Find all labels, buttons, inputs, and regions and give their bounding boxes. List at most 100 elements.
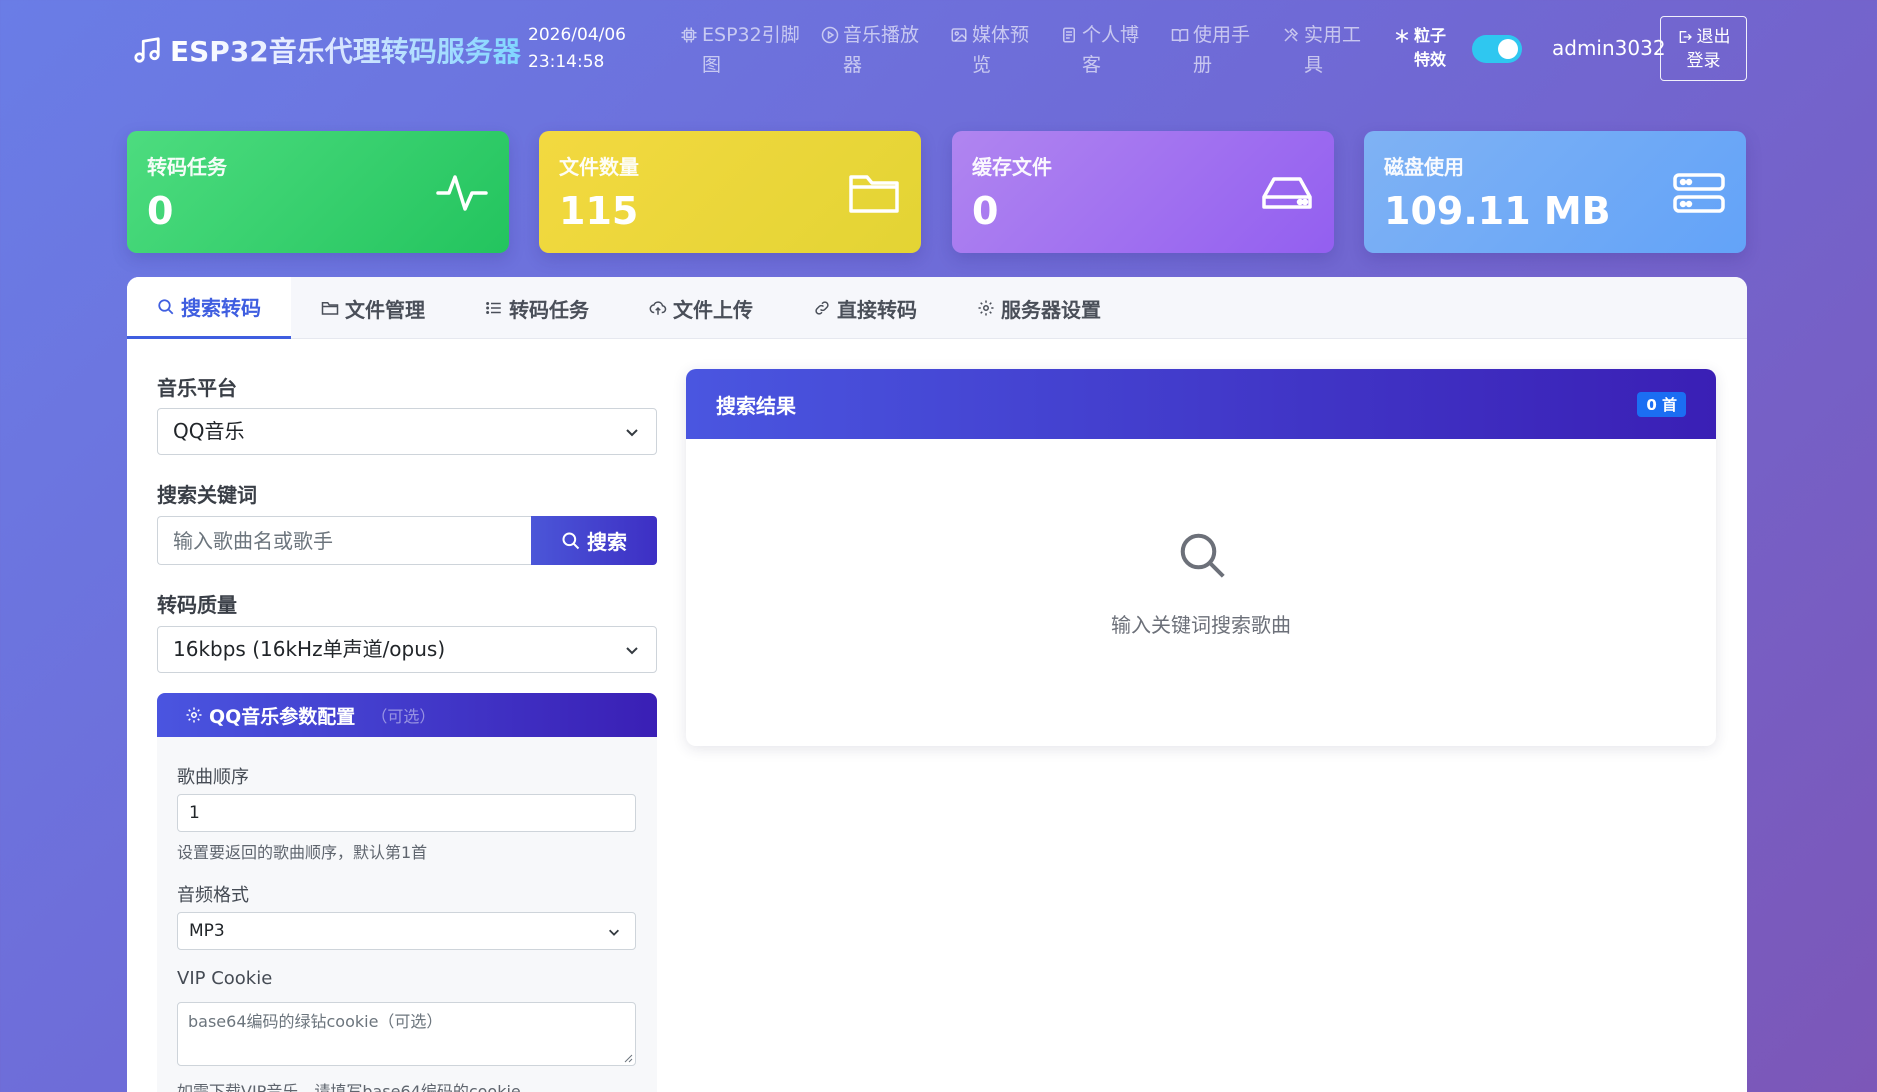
tab-label: 转码任务 (509, 297, 589, 322)
document-icon (1063, 27, 1075, 43)
nav-label-2: 器 (843, 54, 863, 76)
particle-label-1: 粒子 (1414, 26, 1447, 45)
stat-card-file-count: 文件数量 115 (539, 131, 921, 253)
tab-direct-transcode[interactable]: 直接转码 (783, 277, 947, 339)
cookie-help: 如需下载VIP音乐，请填写base64编码的cookie (177, 1082, 521, 1092)
tab-label: 搜索转码 (181, 296, 261, 320)
search-button-label: 搜索 (587, 530, 627, 554)
list-icon (486, 302, 501, 314)
order-help: 设置要返回的歌曲顺序，默认第1首 (177, 843, 428, 862)
search-button[interactable]: 搜索 (531, 516, 657, 565)
particle-toggle[interactable] (1472, 35, 1522, 63)
qq-config-box: QQ音乐参数配置 （可选） 歌曲顺序 1 设置要返回的歌曲顺序，默认第1首 音频… (157, 693, 657, 1092)
username: admin3032 (1552, 36, 1666, 60)
nav-label: 媒体预 (972, 24, 1030, 46)
activity-icon (436, 175, 488, 211)
empty-state-text: 输入关键词搜索歌曲 (1111, 613, 1291, 637)
qq-optional-note: （可选） (371, 707, 436, 726)
image-icon (951, 28, 967, 42)
chevron-down-icon (609, 929, 619, 936)
tab-transcode-tasks[interactable]: 转码任务 (455, 277, 619, 339)
stat-value: 0 (972, 189, 999, 233)
nav-esp32-pinout[interactable]: ESP32引脚图 (680, 20, 821, 80)
date-text: 2026/04/06 (528, 25, 626, 45)
search-icon (1180, 533, 1225, 578)
gear-icon (978, 300, 994, 316)
time-text: 23:14:58 (528, 52, 605, 72)
tab-file-manage[interactable]: 文件管理 (291, 277, 455, 339)
link-icon (815, 301, 829, 315)
nav-music-player[interactable]: 音乐播放器 (821, 20, 950, 80)
stat-value: 109.11 MB (1384, 189, 1611, 233)
chevron-down-icon (626, 647, 638, 655)
results-title: 搜索结果 (716, 393, 796, 418)
search-icon (562, 532, 580, 549)
brand[interactable]: ESP32音乐代理转码服务器 (132, 30, 521, 70)
keyword-label: 搜索关键词 (157, 483, 257, 507)
format-value: MP3 (189, 921, 225, 941)
music-note-icon (134, 37, 160, 63)
folder-icon (321, 302, 339, 315)
format-label: 音频格式 (177, 885, 249, 906)
order-input[interactable]: 1 (177, 794, 636, 832)
stat-card-disk-usage: 磁盘使用 109.11 MB (1364, 131, 1746, 253)
tab-file-upload[interactable]: 文件上传 (619, 277, 783, 339)
quality-label: 转码质量 (157, 593, 237, 617)
quality-select[interactable]: 16kbps (16kHz单声道/opus) (157, 626, 657, 673)
particle-label-2: 特效 (1414, 50, 1447, 69)
hard-drive-icon (1262, 177, 1312, 209)
qq-config-title: QQ音乐参数配置 (209, 705, 356, 728)
nav-label: ESP32引脚 (702, 24, 800, 46)
app-title: ESP32音乐代理转码服务器 (170, 30, 521, 70)
logout-label-1: 退出 (1696, 26, 1731, 47)
tab-bar: 搜索转码 文件管理 转码任务 文件上传 直接转码 服务器设置 (127, 277, 1747, 339)
keyword-input[interactable] (157, 516, 532, 565)
folder-icon (849, 175, 899, 213)
book-icon (1171, 29, 1189, 42)
search-results-card: 搜索结果 0 首 输入关键词搜索歌曲 (686, 369, 1716, 746)
tab-server-settings[interactable]: 服务器设置 (947, 277, 1131, 339)
nav-user-manual[interactable]: 使用手册 (1171, 20, 1282, 80)
results-count-badge: 0 首 (1637, 391, 1686, 417)
play-circle-icon (821, 26, 839, 44)
server-icon (1673, 173, 1725, 213)
tab-search-transcode[interactable]: 搜索转码 (127, 277, 291, 339)
qq-config-header: QQ音乐参数配置 （可选） (157, 693, 657, 737)
nav-label-2: 图 (702, 54, 722, 76)
main-panel: 搜索转码 文件管理 转码任务 文件上传 直接转码 服务器设置 音乐平台 QQ音乐… (127, 277, 1747, 1092)
format-select[interactable]: MP3 (177, 912, 636, 950)
nav-label-2: 客 (1082, 54, 1102, 76)
cookie-label: VIP Cookie (177, 968, 273, 989)
order-label: 歌曲顺序 (177, 767, 249, 788)
nav-personal-blog[interactable]: 个人博客 (1060, 20, 1171, 80)
top-nav: ESP32引脚图 音乐播放器 媒体预览 个人博客 使用手册 实用工具 (680, 20, 1394, 80)
nav-media-preview[interactable]: 媒体预览 (950, 20, 1060, 80)
logout-label-2: 登录 (1686, 50, 1721, 71)
platform-select[interactable]: QQ音乐 (157, 408, 657, 455)
resize-grip-icon[interactable] (623, 1053, 633, 1063)
tab-label: 直接转码 (837, 297, 917, 322)
tab-label: 文件管理 (345, 297, 425, 322)
stat-card-transcode-tasks: 转码任务 0 (127, 131, 509, 253)
nav-label-2: 具 (1304, 54, 1324, 76)
tab-label: 文件上传 (673, 297, 753, 322)
stat-label: 转码任务 (147, 155, 227, 179)
cookie-placeholder: base64编码的绿钻cookie（可选） (188, 1012, 443, 1031)
search-icon (158, 298, 174, 314)
nav-tools[interactable]: 实用工具 (1282, 20, 1394, 80)
datetime: 2026/04/06 23:14:58 (528, 22, 626, 76)
cloud-upload-icon (649, 301, 667, 315)
nav-label: 音乐播放 (843, 24, 920, 46)
stat-label: 磁盘使用 (1384, 155, 1464, 179)
logout-button[interactable]: 退出 登录 (1660, 16, 1747, 81)
nav-label-2: 册 (1193, 54, 1213, 76)
cookie-textarea[interactable]: base64编码的绿钻cookie（可选） (177, 1002, 636, 1066)
stat-value: 115 (559, 189, 639, 233)
stat-label: 文件数量 (559, 155, 639, 179)
stat-label: 缓存文件 (972, 155, 1052, 179)
nav-label-2: 览 (972, 54, 992, 76)
gear-icon (186, 707, 202, 723)
nav-label: 个人博 (1082, 24, 1140, 46)
tab-label: 服务器设置 (1001, 297, 1101, 322)
platform-label: 音乐平台 (157, 376, 237, 400)
